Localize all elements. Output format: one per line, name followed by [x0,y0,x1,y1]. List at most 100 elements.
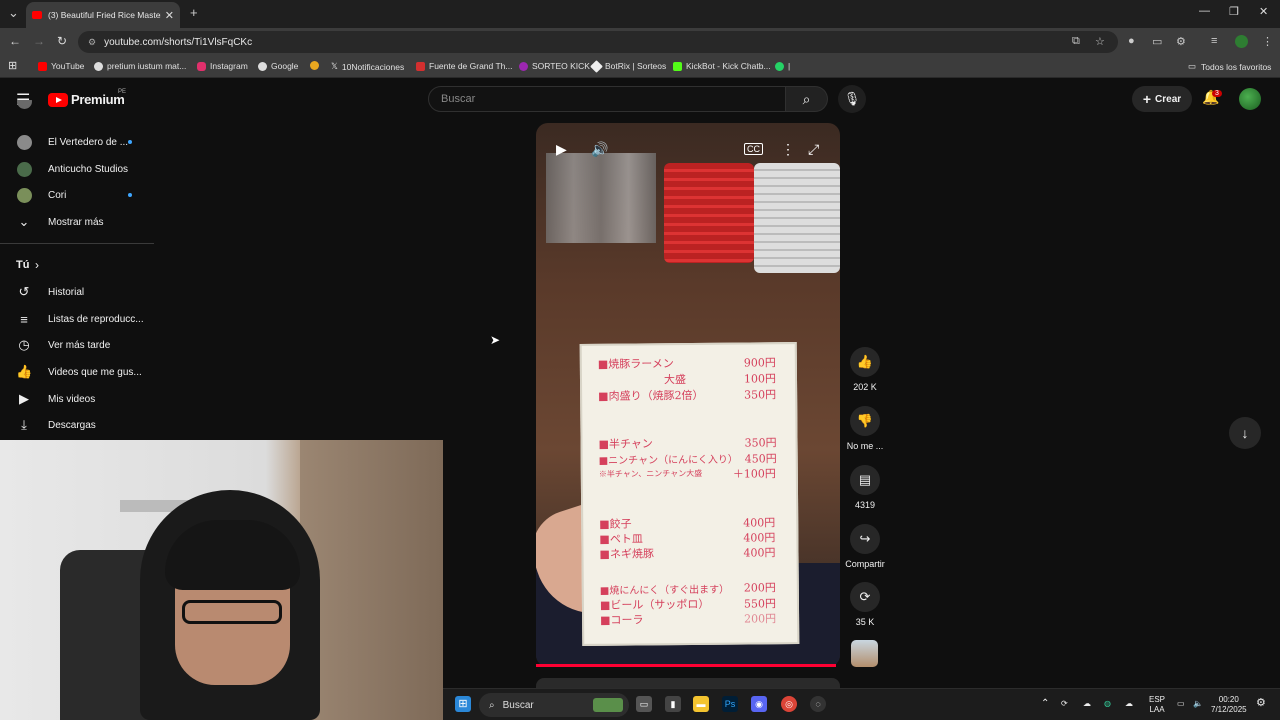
downloads-icon: ⤓ [21,417,27,432]
menu-price: 400円 [743,546,776,560]
sidebar-subscription[interactable]: Anticucho Studios [0,157,154,181]
tray-chevron-icon[interactable]: ⌃ [1041,699,1049,709]
taskbar-search-label: Buscar [502,699,534,711]
show-more-label: Mostrar más [48,216,104,228]
back-icon[interactable]: ← [9,34,21,48]
channel-avatar [17,187,32,203]
you-label: Tú [16,259,30,271]
bookmark-botrix[interactable]: BotRix | Sorteos [590,59,666,73]
avatar[interactable] [1239,88,1261,110]
volume-icon[interactable]: 🔊 [591,141,608,158]
obs-icon[interactable]: ◌ [810,696,826,712]
menu-item: ■ニンチャン（にんにく入り） [598,454,738,467]
restore-icon[interactable]: ❐ [1229,5,1239,18]
play-icon[interactable]: ▶ [556,141,567,158]
audio-thumbnail[interactable] [851,640,878,667]
bookmark-instagram[interactable]: Instagram [197,61,248,71]
menu-price: 200円 [744,612,777,626]
notifications-center-icon[interactable]: ⚙ [1256,698,1266,709]
create-button[interactable]: + Crear [1132,86,1192,112]
dislike-button[interactable]: 👎 No me ... [843,406,887,451]
sidebar: El Vertedero de ... Anticucho Studios Co… [0,100,154,440]
network-icon[interactable]: ▭ [1177,699,1185,709]
sidebar-item-downloads[interactable]: ⤓ Descargas [0,413,154,437]
like-button[interactable]: 👍 202 K [843,347,887,392]
address-bar[interactable]: ⚙ youtube.com/shorts/Ti1VlsFqCKc [78,31,1118,53]
you-section-header[interactable]: Tú › [0,253,154,277]
minimize-icon[interactable]: — [1199,5,1210,17]
bookmark-label: YouTube [51,61,85,71]
bookmark-star-icon[interactable]: ☆ [1095,35,1105,48]
show-more-button[interactable]: ⌄ Mostrar más [0,210,154,234]
sidebar-item-watch-later[interactable]: ◷ Ver más tarde [0,333,154,357]
more-options-icon[interactable]: ⋮ [781,141,795,158]
browser-tab-strip: ⌄ (3) Beautiful Fried Rice Master ✕ + — … [0,0,1280,28]
bookmark-google[interactable]: Google [258,61,298,71]
bookmark-pretium[interactable]: pretium iustum mat... [94,61,186,71]
sidebar-subscription[interactable]: El Vertedero de ... [0,130,154,154]
bookmark-whatsapp[interactable]: | [775,61,790,71]
bookmark-fuente[interactable]: Fuente de Grand Th... [416,61,512,71]
reading-list-icon[interactable]: ≡ [1211,35,1217,47]
close-window-icon[interactable]: ✕ [1259,5,1268,18]
bookmark-youtube[interactable]: YouTube [38,61,84,71]
sidebar-item-history[interactable]: ↺ Historial [0,280,154,304]
sidebar-item-liked[interactable]: 👍 Videos que me gus... [0,360,154,384]
onedrive-icon[interactable]: ☁ [1083,699,1091,709]
discord-icon[interactable]: ◉ [751,696,767,712]
volume-tray-icon[interactable]: 🔈 [1193,699,1203,709]
comment-count: 4319 [854,500,876,510]
extension-icon[interactable]: ● [1128,35,1135,47]
site-info-icon[interactable]: ⚙ [88,37,96,48]
bookmark-kickbot[interactable]: KickBot - Kick Chatb... [673,61,771,71]
menu-price: 450円 [744,452,777,466]
video-progress-bar[interactable] [536,664,836,667]
install-app-icon[interactable]: ⧉ [1072,35,1080,48]
chevron-right-icon: › [35,258,39,272]
windows-start-icon[interactable]: ⊞ [455,696,471,712]
chrome-icon[interactable]: ◎ [781,696,797,712]
all-bookmarks[interactable]: ▭ Todos los favoritos [1188,61,1271,72]
tab-close-icon[interactable]: ✕ [165,9,174,22]
browser-tab[interactable]: (3) Beautiful Fried Rice Master ✕ [26,2,180,28]
slack-icon [310,61,319,70]
tab-search-icon[interactable]: ⌄ [8,5,19,21]
logo-country: PE [118,89,127,95]
comment-icon: ▤ [850,465,880,495]
search-button[interactable]: ⌕ [786,86,828,112]
kick-icon [519,61,528,71]
profile-avatar-icon[interactable] [1235,35,1248,48]
language-indicator[interactable]: ESP LAA [1149,695,1165,715]
task-view-icon[interactable]: ▭ [636,696,652,712]
tray-app-icon[interactable]: ⟳ [1061,699,1068,709]
browser-menu-icon[interactable]: ⋮ [1262,35,1273,48]
captions-icon[interactable]: CC [744,143,763,155]
share-button[interactable]: ↪ Compartir [840,524,890,569]
forward-icon[interactable]: → [33,34,45,48]
sidebar-item-my-videos[interactable]: ▶ Mis videos [0,387,154,411]
sidebar-subscription-partial[interactable] [0,100,154,112]
tray-cloud-icon[interactable]: ☁ [1125,699,1133,709]
sidebar-item-playlists[interactable]: ≡ Listas de reproducc... [0,307,154,331]
bookmark-10notificaciones[interactable]: 𝕏 10Notificaciones [331,61,404,72]
apps-grid-icon[interactable]: ⊞ [8,59,17,72]
extension-2-icon[interactable]: ▭ [1152,35,1162,48]
voice-search-button[interactable]: 🎙 [838,85,866,113]
extensions-puzzle-icon[interactable]: ⚙ [1176,35,1186,48]
tray-app2-icon[interactable]: ◍ [1104,699,1111,709]
next-video-button[interactable]: ↓ [1229,417,1261,449]
bookmark-slack[interactable] [310,61,323,70]
comments-button[interactable]: ▤ 4319 [843,465,887,510]
taskbar-search[interactable]: ⌕ Buscar [479,693,629,717]
bookmark-sorteo-kick[interactable]: SORTEO KICK [519,61,590,71]
reload-icon[interactable]: ↻ [57,34,67,48]
file-explorer-icon[interactable]: ▬ [693,696,709,712]
new-tab-button[interactable]: + [190,5,198,20]
photoshop-icon[interactable]: Ps [722,696,738,712]
clock[interactable]: 00:20 7/12/2025 [1211,695,1247,715]
search-input[interactable]: Buscar [428,86,786,112]
remix-button[interactable]: ⟳ 35 K [843,582,887,627]
app-icon[interactable]: ▮ [665,696,681,712]
sidebar-subscription[interactable]: Cori [0,183,154,207]
fullscreen-icon[interactable]: ⤢ [808,141,819,158]
